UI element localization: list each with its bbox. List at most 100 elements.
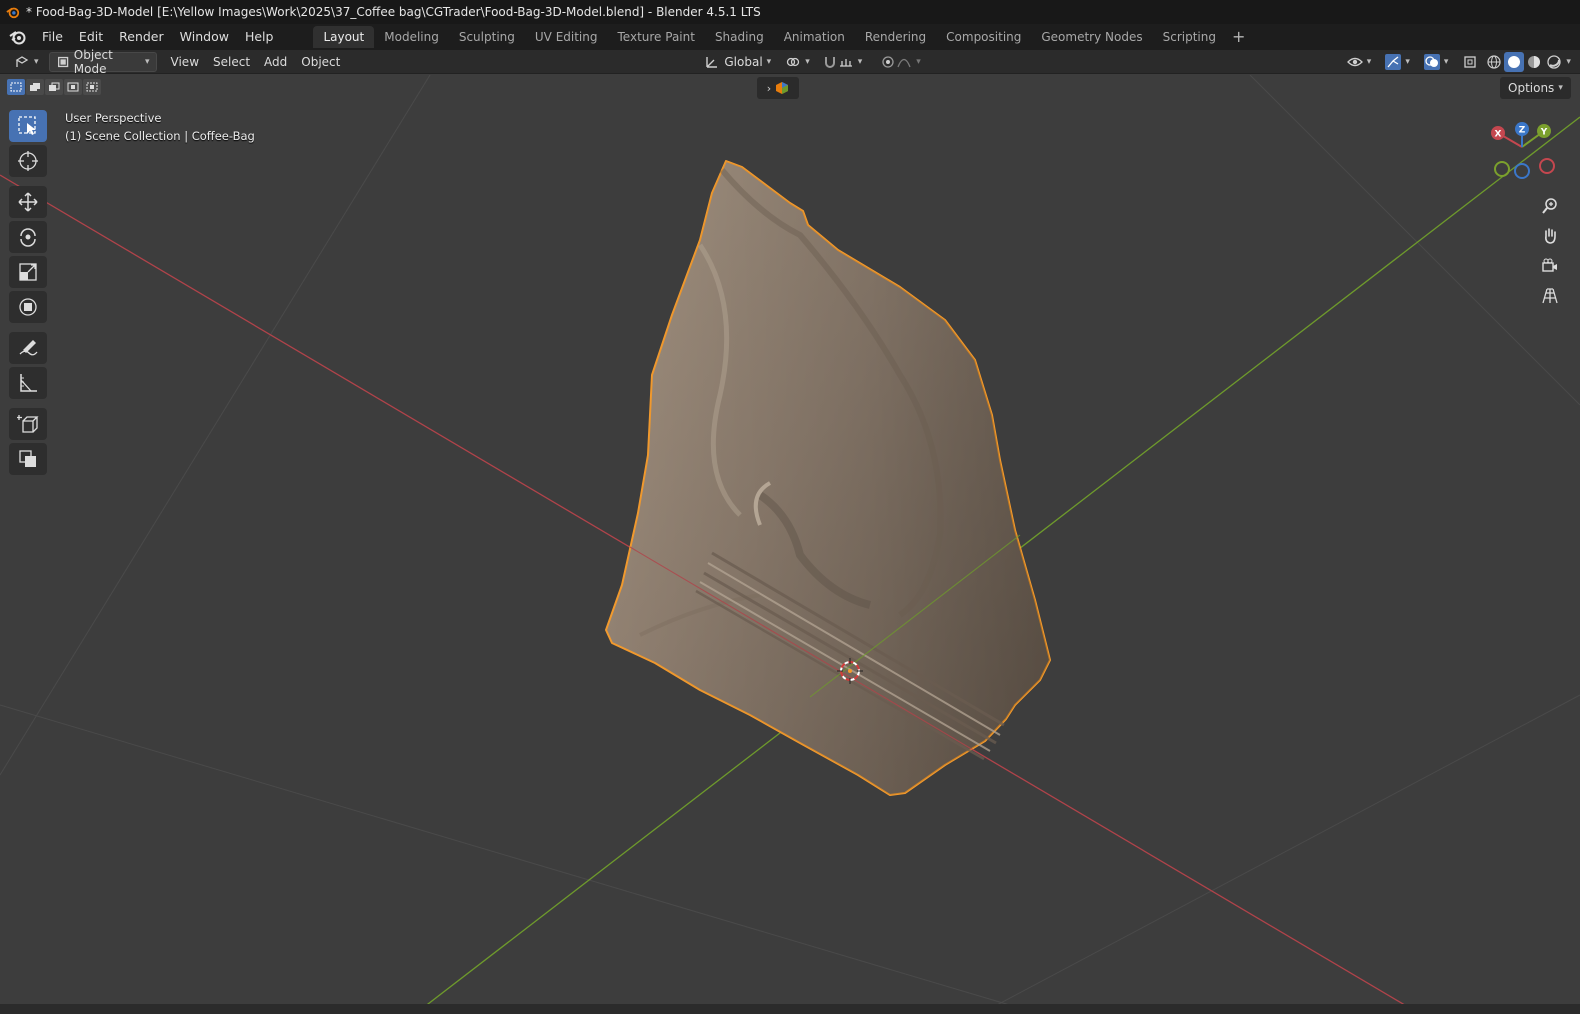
tab-animation[interactable]: Animation <box>774 26 855 48</box>
ortho-toggle-button[interactable] <box>1537 283 1563 309</box>
header-menu-view[interactable]: View <box>165 52 205 72</box>
eye-icon <box>1346 57 1363 66</box>
tool-duplicate[interactable] <box>9 443 47 475</box>
shading-rendered-button[interactable]: ▾ <box>1544 52 1573 72</box>
gizmo-y-label: Y <box>1540 128 1548 138</box>
select-new-button[interactable] <box>7 79 25 95</box>
chevron-down-icon: ▾ <box>1366 56 1372 67</box>
tab-modeling[interactable]: Modeling <box>374 26 449 48</box>
rendered-sphere-icon <box>1547 54 1562 69</box>
chevron-down-icon: ▾ <box>1443 56 1449 67</box>
mode-select[interactable]: Object Mode ▾ <box>48 48 157 76</box>
coffee-bag-object[interactable] <box>605 160 1051 796</box>
tab-geometry-nodes[interactable]: Geometry Nodes <box>1031 26 1152 48</box>
shading-material-button[interactable] <box>1524 52 1544 72</box>
chevron-down-icon: ▾ <box>805 56 810 67</box>
status-bar <box>0 1004 1580 1014</box>
gizmo-neg-x-handle[interactable] <box>1539 158 1555 174</box>
add-workspace-button[interactable]: + <box>1226 26 1251 48</box>
overlays-toggle-button[interactable]: ▾ <box>1418 52 1455 72</box>
material-sphere-icon <box>1528 55 1541 68</box>
solid-sphere-icon <box>1508 55 1521 68</box>
menu-render[interactable]: Render <box>111 26 172 48</box>
move-icon <box>18 192 38 212</box>
tab-rendering[interactable]: Rendering <box>855 26 936 48</box>
tool-cursor[interactable] <box>9 145 47 177</box>
zoom-button[interactable] <box>1537 193 1563 219</box>
tool-move[interactable] <box>9 186 47 218</box>
transform-icon <box>19 298 37 316</box>
chevron-down-icon: ▾ <box>1558 83 1563 93</box>
orientation-icon <box>706 56 718 68</box>
header-menu-add[interactable]: Add <box>258 52 293 72</box>
header-menu-object[interactable]: Object <box>295 52 346 72</box>
navigation-gizmo[interactable]: X Z Y <box>1488 117 1564 193</box>
blender-logo-icon <box>6 7 20 19</box>
gizmo-z-label: Z <box>1519 126 1526 136</box>
tab-texture-paint[interactable]: Texture Paint <box>608 26 705 48</box>
shading-wireframe-button[interactable] <box>1484 52 1504 72</box>
selection-mode-buttons <box>7 79 101 95</box>
tab-uv-editing[interactable]: UV Editing <box>525 26 608 48</box>
select-extend-button[interactable] <box>26 79 44 95</box>
3d-viewport[interactable]: › Options ▾ User Perspective (1) Scene C… <box>0 75 1580 1014</box>
select-subtract-button[interactable] <box>45 79 63 95</box>
tab-compositing[interactable]: Compositing <box>936 26 1031 48</box>
menu-edit[interactable]: Edit <box>71 26 111 48</box>
menu-file[interactable]: File <box>34 26 71 48</box>
gizmo-neg-z-handle[interactable] <box>1514 163 1530 179</box>
tool-rotate[interactable] <box>9 221 47 253</box>
viewport-scene[interactable] <box>0 75 1580 1014</box>
transform-orientation-select[interactable]: Global ▾ <box>698 52 777 72</box>
overlays-icon <box>1423 53 1440 70</box>
options-dropdown[interactable]: Options ▾ <box>1500 77 1571 99</box>
gizmo-toggle-button[interactable]: ▾ <box>1379 52 1416 72</box>
tool-annotate[interactable] <box>9 332 47 364</box>
falloff-icon <box>897 58 911 67</box>
tool-scale[interactable] <box>9 256 47 288</box>
object-mode-icon <box>57 56 68 67</box>
xray-toggle-button[interactable] <box>1456 52 1484 72</box>
snap-button[interactable]: ▾ <box>816 52 869 72</box>
rotate-icon <box>20 228 36 247</box>
tool-transform[interactable] <box>9 291 47 323</box>
visibility-button[interactable]: ▾ <box>1341 52 1378 72</box>
menu-help[interactable]: Help <box>237 26 282 48</box>
menu-window[interactable]: Window <box>172 26 237 48</box>
tab-scripting[interactable]: Scripting <box>1153 26 1226 48</box>
viewport-info: User Perspective (1) Scene Collection | … <box>65 109 255 145</box>
gizmo-neg-y-handle[interactable] <box>1494 161 1510 177</box>
workspace-tabs: Layout Modeling Sculpting UV Editing Tex… <box>313 26 1251 48</box>
header-menu-select[interactable]: Select <box>207 52 256 72</box>
blender-menu-icon[interactable] <box>8 27 28 47</box>
tab-shading[interactable]: Shading <box>705 26 774 48</box>
camera-view-button[interactable] <box>1537 253 1563 279</box>
chevron-right-icon: › <box>766 81 772 95</box>
select-box-icon <box>18 116 36 135</box>
xray-icon <box>1464 55 1477 68</box>
editor-type-button[interactable]: ▾ <box>8 52 45 72</box>
tool-measure[interactable] <box>9 367 47 399</box>
tab-sculpting[interactable]: Sculpting <box>449 26 525 48</box>
pivot-point-button[interactable]: ▾ <box>779 52 816 72</box>
tab-layout[interactable]: Layout <box>313 26 375 48</box>
duplicate-icon <box>19 450 36 467</box>
tool-add-cube[interactable] <box>9 408 47 440</box>
tool-shelf <box>9 110 47 478</box>
pan-button[interactable] <box>1537 223 1563 249</box>
select-invert-icon <box>67 82 79 92</box>
chevron-down-icon: ▾ <box>1566 56 1571 67</box>
proportional-editing-button[interactable]: ▾ <box>874 52 927 72</box>
wireframe-sphere-icon <box>1487 54 1501 69</box>
select-extend-icon <box>30 83 40 91</box>
proportional-edit-icon <box>882 55 894 68</box>
object-types-button[interactable]: › <box>757 77 799 99</box>
editor-type-icon <box>15 55 29 67</box>
window-title: * Food-Bag-3D-Model [E:\Yellow Images\Wo… <box>26 5 761 19</box>
select-invert-button[interactable] <box>64 79 82 95</box>
tool-select-box[interactable] <box>9 110 47 142</box>
measure-icon <box>20 374 37 392</box>
select-intersect-button[interactable] <box>83 79 101 95</box>
chevron-down-icon: ▾ <box>145 56 150 67</box>
shading-solid-button[interactable] <box>1504 51 1525 72</box>
